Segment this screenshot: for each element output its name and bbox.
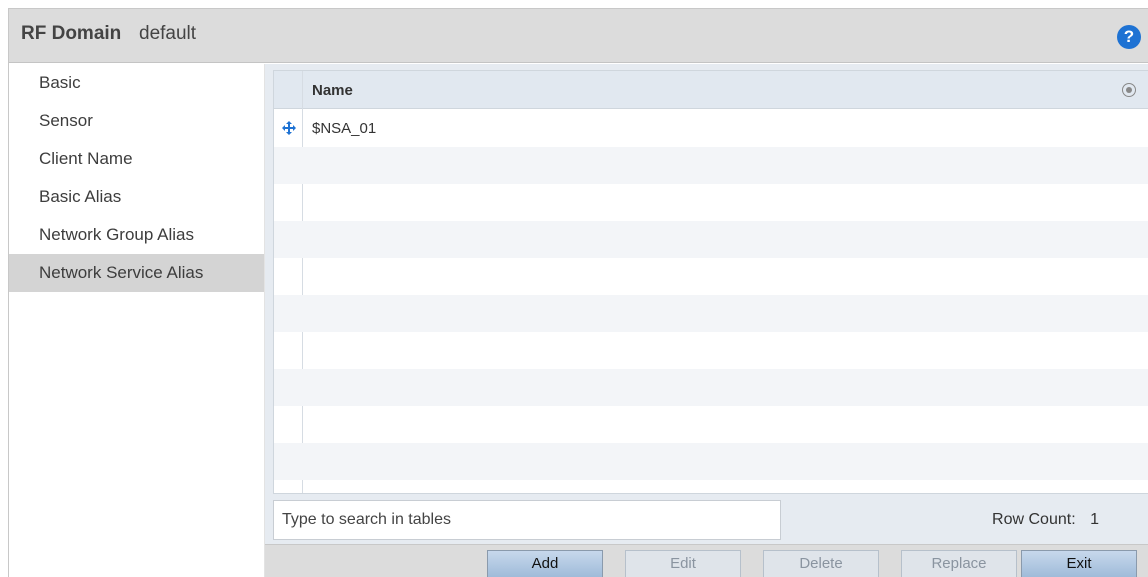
row-count-label: Row Count:: [992, 511, 1076, 528]
table-row-empty: [274, 332, 1148, 369]
alias-table: Name $NSA_01: [273, 70, 1148, 494]
dialog-subtitle: default: [139, 23, 197, 44]
sidebar-item-client-name[interactable]: Client Name: [9, 140, 264, 178]
edit-button[interactable]: Edit: [625, 550, 741, 577]
sidebar-item-network-service-alias[interactable]: Network Service Alias: [9, 254, 264, 292]
table-row-empty: [274, 406, 1148, 443]
add-button[interactable]: Add: [487, 550, 603, 577]
main-content: Name $NSA_01 Type to search in tables Ro…: [265, 64, 1148, 577]
column-options-icon[interactable]: [1122, 83, 1136, 97]
expand-row-icon[interactable]: [282, 121, 296, 135]
dialog-title: RF Domain: [21, 23, 122, 44]
sidebar-item-basic-alias[interactable]: Basic Alias: [9, 178, 264, 216]
column-header-name[interactable]: Name: [312, 82, 353, 99]
table-row-empty: [274, 295, 1148, 332]
table-row-empty: [274, 258, 1148, 295]
table-row-empty: [274, 184, 1148, 221]
sidebar: Basic Sensor Client Name Basic Alias Net…: [9, 64, 265, 577]
table-cell-name: $NSA_01: [312, 120, 377, 137]
sidebar-item-network-group-alias[interactable]: Network Group Alias: [9, 216, 264, 254]
table-row-empty: [274, 369, 1148, 406]
table-header: Name: [274, 71, 1148, 109]
help-icon[interactable]: ?: [1117, 25, 1141, 49]
table-row[interactable]: $NSA_01: [274, 110, 1148, 147]
rf-domain-dialog: RF Domain default ? Basic Sensor Client …: [8, 8, 1148, 577]
row-count-value: 1: [1090, 511, 1099, 528]
table-body: $NSA_01: [274, 110, 1148, 480]
table-footer: Row Count: 1: [273, 500, 1148, 540]
delete-button[interactable]: Delete: [763, 550, 879, 577]
replace-button[interactable]: Replace: [901, 550, 1017, 577]
table-row-empty: [274, 221, 1148, 258]
table-search-input[interactable]: [273, 500, 781, 540]
row-count: Row Count: 1: [992, 511, 1099, 529]
table-row-empty: [274, 147, 1148, 184]
sidebar-item-basic[interactable]: Basic: [9, 64, 264, 102]
dialog-header: RF Domain default ?: [9, 9, 1148, 63]
table-row-empty: [274, 443, 1148, 480]
sidebar-item-sensor[interactable]: Sensor: [9, 102, 264, 140]
exit-button[interactable]: Exit: [1021, 550, 1137, 577]
action-bar: Add Edit Delete Replace Exit: [265, 544, 1148, 577]
